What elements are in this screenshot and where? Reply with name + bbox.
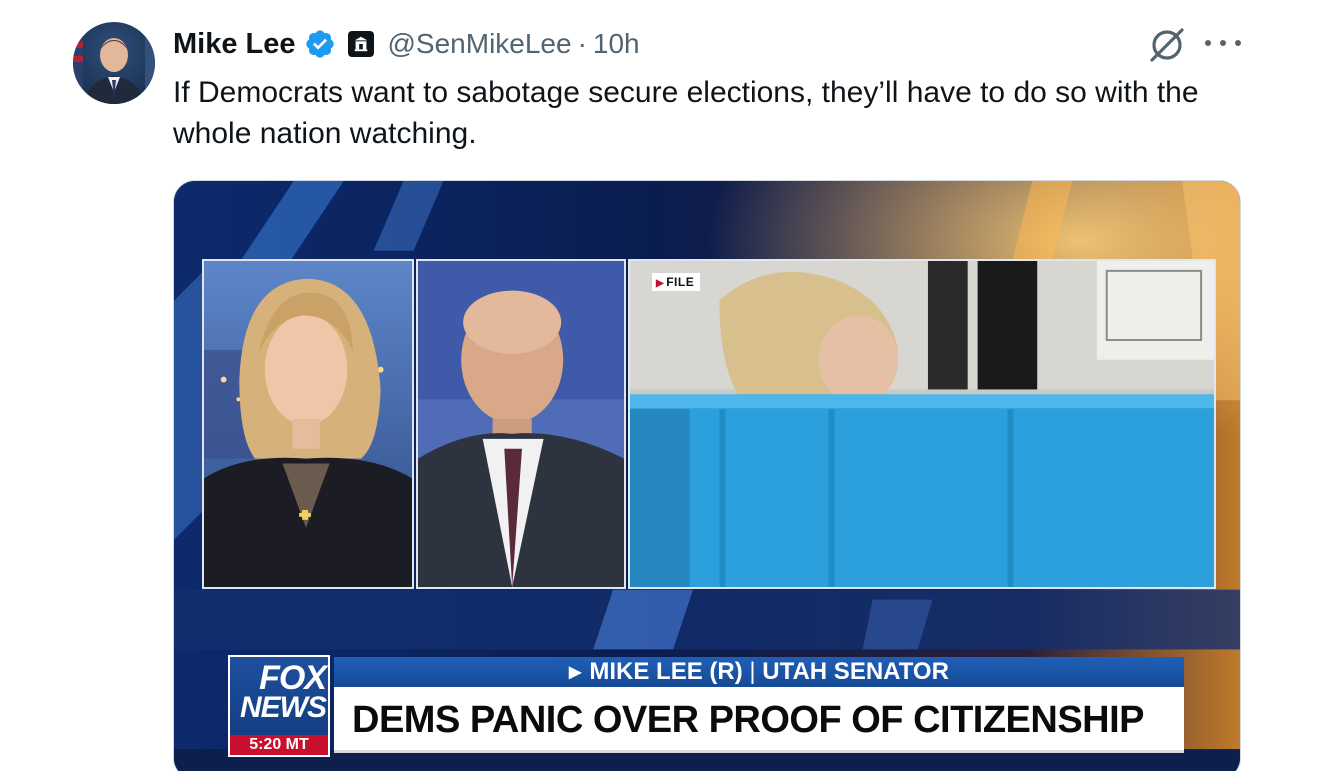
more-dot	[1220, 40, 1226, 46]
file-footage-tag: ▶ FILE	[652, 273, 701, 291]
play-triangle-icon: ▶	[656, 278, 665, 289]
video-panel-guest	[416, 259, 626, 589]
tweet-media[interactable]: ▶ FILE FOX NEWS 5:20 MT ▶ MIKE LEE (R) | U…	[173, 180, 1241, 771]
chyron-title: UTAH SENATOR	[762, 658, 949, 685]
chyron-arrow-icon: ▶	[569, 664, 582, 681]
file-tag-label: FILE	[666, 275, 695, 289]
verified-badge-icon[interactable]	[304, 28, 336, 60]
author-handle[interactable]: @SenMikeLee	[388, 28, 572, 60]
more-dot	[1205, 40, 1211, 46]
author-display-name[interactable]: Mike Lee	[173, 28, 296, 61]
tweet-text: If Democrats want to sabotage secure ele…	[173, 76, 1199, 150]
chyron-name: MIKE LEE (R)	[589, 658, 743, 685]
more-options-icon[interactable]	[1205, 28, 1241, 58]
chyron-name-bar: ▶ MIKE LEE (R) | UTAH SENATOR	[334, 657, 1184, 687]
author-avatar[interactable]	[73, 22, 155, 104]
video-panel-file-footage	[628, 259, 1216, 589]
more-dot	[1235, 40, 1241, 46]
tweet-header: Mike Lee @SenMikeLee · 10h	[173, 24, 640, 64]
fox-news-logo: FOX NEWS 5:20 MT	[228, 655, 330, 757]
logo-line-2: NEWS	[240, 691, 327, 724]
header-separator: ·	[577, 28, 587, 59]
chyron-headline: DEMS PANIC OVER PROOF OF CITIZENSHIP	[334, 687, 1184, 753]
government-building-icon[interactable]	[347, 31, 374, 57]
broadcast-time: 5:20 MT	[230, 735, 328, 755]
lower-third: ▶ MIKE LEE (R) | UTAH SENATOR DEMS PANIC …	[334, 657, 1184, 753]
chyron-divider: |	[742, 658, 763, 685]
tweet-timestamp[interactable]: 10h	[593, 28, 640, 60]
grok-icon[interactable]	[1148, 26, 1186, 64]
video-panel-host	[202, 259, 414, 589]
